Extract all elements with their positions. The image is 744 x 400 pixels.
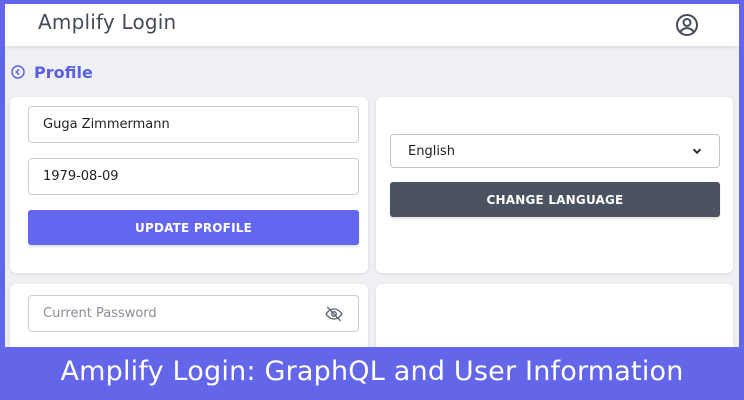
app-window: Amplify Login Profile Guga Zimmermann 19…	[5, 4, 739, 347]
language-select-value: English	[408, 143, 455, 159]
current-password-field[interactable]: Current Password	[28, 295, 359, 332]
current-password-placeholder: Current Password	[43, 306, 157, 321]
chevron-down-icon	[692, 148, 702, 155]
page-title: Profile	[34, 62, 93, 82]
account-circle-icon[interactable]	[675, 13, 699, 37]
page-header: Profile	[11, 62, 93, 82]
app-title: Amplify Login	[38, 10, 177, 34]
password-card: Current Password	[10, 284, 368, 347]
eye-off-icon[interactable]	[324, 304, 344, 324]
change-language-button[interactable]: CHANGE LANGUAGE	[390, 182, 720, 217]
image-caption: Amplify Login: GraphQL and User Informat…	[60, 356, 684, 387]
top-bar: Amplify Login	[5, 4, 739, 46]
update-profile-button[interactable]: UPDATE PROFILE	[28, 210, 359, 245]
name-field[interactable]: Guga Zimmermann	[28, 106, 359, 143]
language-select[interactable]: English	[390, 134, 720, 168]
profile-card: Guga Zimmermann 1979-08-09 UPDATE PROFIL…	[10, 97, 368, 273]
birthdate-field[interactable]: 1979-08-09	[28, 158, 359, 195]
empty-card	[376, 284, 733, 347]
language-card: English CHANGE LANGUAGE	[376, 97, 733, 273]
arrow-left-circle-icon[interactable]	[11, 65, 25, 79]
